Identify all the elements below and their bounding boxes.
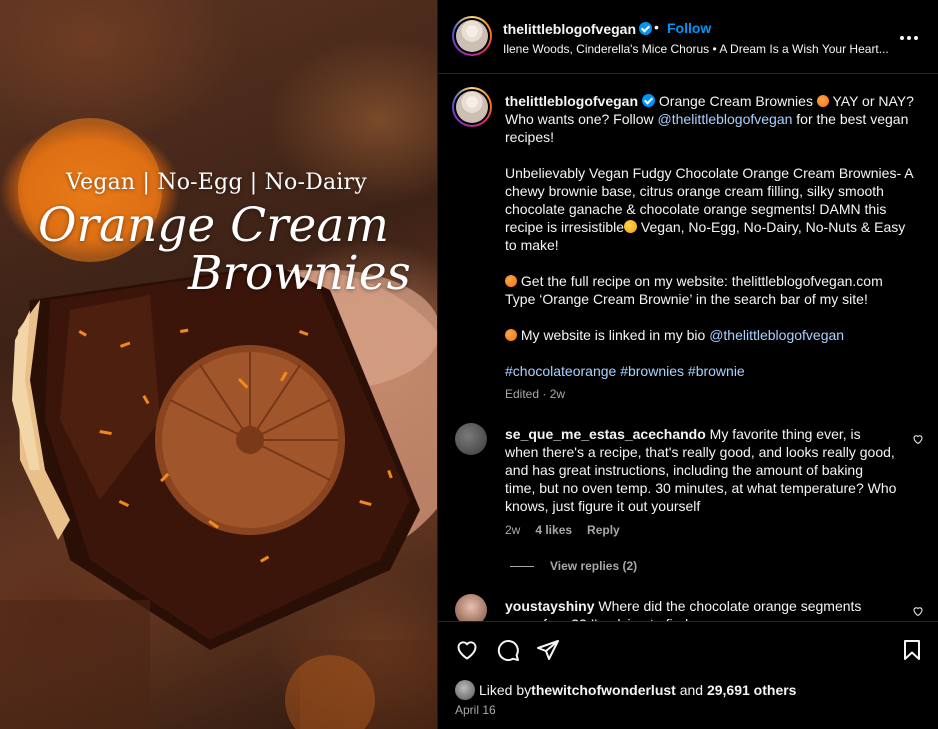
- comment-like-heart-icon[interactable]: [912, 605, 924, 617]
- view-replies-button[interactable]: View replies (2): [510, 559, 637, 573]
- caption-avatar[interactable]: [452, 87, 492, 127]
- post-date: April 16: [455, 703, 496, 717]
- caption-meta: Edited · 2w: [505, 387, 566, 401]
- replies-divider-line: [510, 565, 534, 567]
- hashtags-links[interactable]: #chocolateorange #brownies #brownie: [505, 363, 745, 379]
- post-media[interactable]: Vegan | No-Egg | No-Dairy Orange Cream B…: [0, 0, 437, 729]
- verified-badge-icon: [639, 22, 652, 35]
- share-icon[interactable]: [536, 638, 560, 662]
- view-replies-label: View replies (2): [550, 559, 638, 573]
- header-username-link[interactable]: thelittleblogofvegan: [503, 21, 636, 37]
- post-header: thelittleblogofvegan • Follow Ilene Wood…: [438, 0, 938, 74]
- likes-count-link[interactable]: 29,691 others: [707, 682, 797, 698]
- liked-by-prefix: Liked by: [479, 682, 532, 698]
- post-details-panel: thelittleblogofvegan • Follow Ilene Wood…: [437, 0, 938, 729]
- post-caption: thelittleblogofvegan Orange Cream Browni…: [505, 92, 915, 398]
- orange-emoji-icon: [816, 95, 829, 107]
- profile-avatar[interactable]: [452, 16, 492, 56]
- follow-button[interactable]: Follow: [667, 20, 711, 36]
- media-tagline: Vegan | No-Egg | No-Dairy: [66, 170, 367, 195]
- comment-icon[interactable]: [496, 638, 520, 662]
- mention-link[interactable]: @thelittleblogofvegan: [709, 327, 844, 343]
- caption-text: My website is linked in my bio: [517, 327, 710, 343]
- heart-eyes-emoji-icon: [624, 220, 638, 233]
- caption-username-link[interactable]: thelittleblogofvegan: [505, 93, 638, 109]
- commenter-avatar[interactable]: [455, 423, 487, 455]
- orange-emoji-icon: [505, 275, 517, 287]
- more-options-icon[interactable]: [900, 30, 920, 46]
- reply-button[interactable]: Reply: [587, 523, 620, 537]
- liked-by-mid: and: [675, 682, 707, 698]
- bookmark-icon[interactable]: [900, 638, 924, 662]
- comment-time: 2w: [505, 523, 521, 537]
- post-actions-bar: Liked by thewitchofwonderlust and 29,691…: [438, 621, 938, 729]
- media-title-line1: Orange Cream: [38, 198, 389, 253]
- liked-by-line: Liked by thewitchofwonderlust and 29,691…: [455, 680, 796, 700]
- mention-link[interactable]: @thelittleblogofvegan: [658, 111, 793, 127]
- comment-like-heart-icon[interactable]: [912, 433, 924, 445]
- comments-scroll-area[interactable]: thelittleblogofvegan Orange Cream Browni…: [438, 75, 938, 621]
- comment-text: se_que_me_estas_acechando My favorite th…: [505, 425, 897, 515]
- comment-meta: 2w 4 likes Reply: [505, 523, 620, 537]
- commenter-username-link[interactable]: se_que_me_estas_acechando: [505, 426, 706, 442]
- caption-text: Orange Cream Brownies: [655, 93, 817, 109]
- audio-track-link[interactable]: Ilene Woods, Cinderella's Mice Chorus • …: [503, 42, 889, 56]
- caption-text: Get the full recipe on my website: theli…: [517, 273, 883, 289]
- verified-badge-icon: [642, 94, 655, 107]
- media-title-line2: Brownies: [188, 246, 411, 301]
- comment-text: youstayshiny Where did the chocolate ora…: [505, 597, 897, 621]
- brownie-photo: [0, 118, 437, 729]
- heart-icon[interactable]: [455, 638, 479, 662]
- comment-likes-link[interactable]: 4 likes: [535, 523, 572, 537]
- commenter-username-link[interactable]: youstayshiny: [505, 598, 594, 614]
- orange-emoji-icon: [505, 329, 517, 341]
- liker-avatar[interactable]: [455, 680, 475, 700]
- commenter-avatar[interactable]: [455, 594, 487, 621]
- header-separator: •: [654, 19, 659, 35]
- caption-text: Type ‘Orange Cream Brownie’ in the searc…: [505, 291, 868, 307]
- liker-username-link[interactable]: thewitchofwonderlust: [531, 682, 676, 698]
